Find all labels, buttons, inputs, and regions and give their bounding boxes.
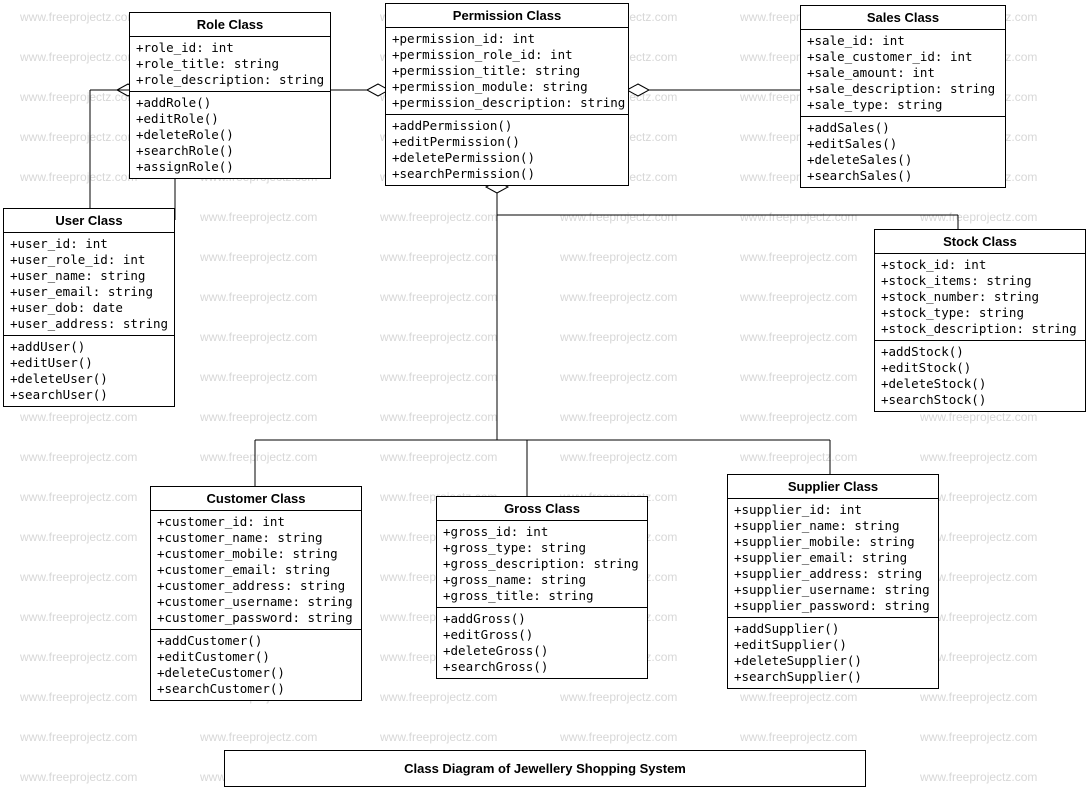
class-stock: Stock Class +stock_id: int+stock_items: …	[874, 229, 1086, 412]
watermark-text: www.freeprojectz.com	[380, 210, 497, 224]
watermark-text: www.freeprojectz.com	[200, 450, 317, 464]
class-operations: +addSupplier()+editSupplier()+deleteSupp…	[728, 617, 938, 688]
watermark-text: www.freeprojectz.com	[20, 90, 137, 104]
watermark-text: www.freeprojectz.com	[740, 210, 857, 224]
class-user: User Class +user_id: int+user_role_id: i…	[3, 208, 175, 407]
watermark-text: www.freeprojectz.com	[380, 370, 497, 384]
watermark-text: www.freeprojectz.com	[560, 730, 677, 744]
watermark-text: www.freeprojectz.com	[20, 50, 137, 64]
watermark-text: www.freeprojectz.com	[740, 330, 857, 344]
class-title: User Class	[4, 209, 174, 233]
watermark-text: www.freeprojectz.com	[740, 450, 857, 464]
watermark-text: www.freeprojectz.com	[920, 770, 1037, 784]
watermark-text: www.freeprojectz.com	[920, 730, 1037, 744]
watermark-text: www.freeprojectz.com	[200, 730, 317, 744]
watermark-text: www.freeprojectz.com	[20, 650, 137, 664]
watermark-text: www.freeprojectz.com	[200, 290, 317, 304]
class-title: Sales Class	[801, 6, 1005, 30]
watermark-text: www.freeprojectz.com	[560, 290, 677, 304]
watermark-text: www.freeprojectz.com	[20, 10, 137, 24]
diamond-icon	[627, 84, 649, 96]
watermark-text: www.freeprojectz.com	[560, 370, 677, 384]
watermark-text: www.freeprojectz.com	[20, 730, 137, 744]
watermark-text: www.freeprojectz.com	[20, 770, 137, 784]
watermark-text: www.freeprojectz.com	[380, 250, 497, 264]
diagram-title: Class Diagram of Jewellery Shopping Syst…	[224, 750, 866, 787]
watermark-text: www.freeprojectz.com	[560, 410, 677, 424]
watermark-text: www.freeprojectz.com	[920, 450, 1037, 464]
class-attributes: +supplier_id: int+supplier_name: string+…	[728, 499, 938, 617]
watermark-text: www.freeprojectz.com	[920, 690, 1037, 704]
class-title: Gross Class	[437, 497, 647, 521]
diagram-canvas: www.freeprojectz.com www.freeprojectz.com…	[0, 0, 1088, 792]
class-attributes: +gross_id: int+gross_type: string+gross_…	[437, 521, 647, 607]
watermark-text: www.freeprojectz.com	[560, 690, 677, 704]
class-attributes: +permission_id: int+permission_role_id: …	[386, 28, 628, 114]
watermark-text: www.freeprojectz.com	[380, 450, 497, 464]
class-title: Supplier Class	[728, 475, 938, 499]
class-title: Permission Class	[386, 4, 628, 28]
class-title: Role Class	[130, 13, 330, 37]
class-operations: +addGross()+editGross()+deleteGross()+se…	[437, 607, 647, 678]
class-operations: +addRole()+editRole()+deleteRole()+searc…	[130, 91, 330, 178]
class-title: Stock Class	[875, 230, 1085, 254]
class-operations: +addCustomer()+editCustomer()+deleteCust…	[151, 629, 361, 700]
watermark-text: www.freeprojectz.com	[20, 450, 137, 464]
watermark-text: www.freeprojectz.com	[200, 410, 317, 424]
class-attributes: +role_id: int+role_title: string+role_de…	[130, 37, 330, 91]
watermark-text: www.freeprojectz.com	[380, 290, 497, 304]
watermark-text: www.freeprojectz.com	[20, 570, 137, 584]
watermark-text: www.freeprojectz.com	[560, 210, 677, 224]
watermark-text: www.freeprojectz.com	[20, 530, 137, 544]
watermark-text: www.freeprojectz.com	[380, 410, 497, 424]
watermark-text: www.freeprojectz.com	[20, 610, 137, 624]
class-customer: Customer Class +customer_id: int+custome…	[150, 486, 362, 701]
watermark-text: www.freeprojectz.com	[200, 370, 317, 384]
watermark-text: www.freeprojectz.com	[380, 330, 497, 344]
watermark-text: www.freeprojectz.com	[200, 250, 317, 264]
class-attributes: +sale_id: int+sale_customer_id: int+sale…	[801, 30, 1005, 116]
watermark-text: www.freeprojectz.com	[920, 410, 1037, 424]
watermark-text: www.freeprojectz.com	[740, 690, 857, 704]
watermark-text: www.freeprojectz.com	[20, 410, 137, 424]
watermark-text: www.freeprojectz.com	[200, 330, 317, 344]
class-attributes: +stock_id: int+stock_items: string+stock…	[875, 254, 1085, 340]
watermark-text: www.freeprojectz.com	[740, 250, 857, 264]
class-operations: +addStock()+editStock()+deleteStock()+se…	[875, 340, 1085, 411]
class-supplier: Supplier Class +supplier_id: int+supplie…	[727, 474, 939, 689]
class-role: Role Class +role_id: int+role_title: str…	[129, 12, 331, 179]
class-operations: +addUser()+editUser()+deleteUser()+searc…	[4, 335, 174, 406]
class-operations: +addPermission()+editPermission()+delete…	[386, 114, 628, 185]
watermark-text: www.freeprojectz.com	[740, 410, 857, 424]
class-attributes: +customer_id: int+customer_name: string+…	[151, 511, 361, 629]
watermark-text: www.freeprojectz.com	[200, 210, 317, 224]
watermark-text: www.freeprojectz.com	[920, 210, 1037, 224]
watermark-text: www.freeprojectz.com	[380, 730, 497, 744]
watermark-text: www.freeprojectz.com	[740, 290, 857, 304]
watermark-text: www.freeprojectz.com	[740, 730, 857, 744]
watermark-text: www.freeprojectz.com	[560, 450, 677, 464]
class-gross: Gross Class +gross_id: int+gross_type: s…	[436, 496, 648, 679]
watermark-text: www.freeprojectz.com	[20, 490, 137, 504]
watermark-text: www.freeprojectz.com	[380, 690, 497, 704]
class-sales: Sales Class +sale_id: int+sale_customer_…	[800, 5, 1006, 188]
class-title: Customer Class	[151, 487, 361, 511]
watermark-text: www.freeprojectz.com	[560, 330, 677, 344]
class-operations: +addSales()+editSales()+deleteSales()+se…	[801, 116, 1005, 187]
watermark-text: www.freeprojectz.com	[20, 130, 137, 144]
class-attributes: +user_id: int+user_role_id: int+user_nam…	[4, 233, 174, 335]
watermark-text: www.freeprojectz.com	[20, 170, 137, 184]
watermark-text: www.freeprojectz.com	[740, 370, 857, 384]
watermark-text: www.freeprojectz.com	[560, 250, 677, 264]
watermark-text: www.freeprojectz.com	[20, 690, 137, 704]
class-permission: Permission Class +permission_id: int+per…	[385, 3, 629, 186]
